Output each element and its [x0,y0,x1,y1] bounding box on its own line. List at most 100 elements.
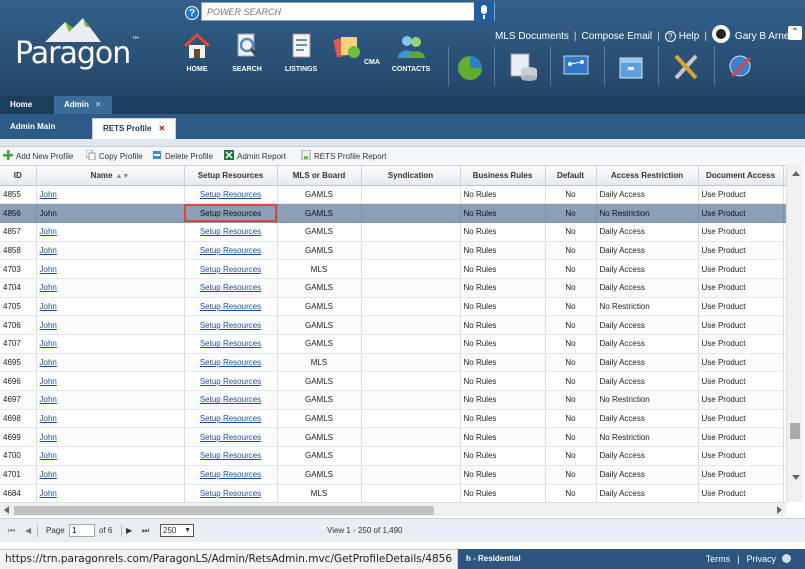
table-row[interactable]: 4701 John Setup Resources GAMLS No Rules No Da… [0,465,786,485]
scroll-down-icon[interactable] [792,475,800,480]
col-header-syndication[interactable]: Syndication [361,166,461,186]
table-row[interactable]: 4704 John Setup Resources GAMLS No Rules No Da… [0,278,786,298]
cell-name[interactable]: John [36,203,185,223]
compose-email-link[interactable]: Compose Email [582,31,653,42]
cell-setup-resources[interactable]: Setup Resources [184,465,278,485]
cell-setup-resources[interactable]: Setup Resources [184,278,278,298]
col-header-setup-resources[interactable]: Setup Resources [184,166,278,186]
cell-setup-resources-link[interactable]: Setup Resources [200,489,261,498]
cell-setup-resources[interactable]: Setup Resources [184,427,278,448]
col-header-default[interactable]: Default [545,166,597,186]
cell-name[interactable]: John [36,371,185,392]
table-row[interactable]: 4699 John Setup Resources GAMLS No Rules No No… [0,427,786,448]
scroll-thumb[interactable] [790,423,800,439]
cell-name[interactable]: John [36,465,185,485]
cell-name-link[interactable]: John [40,377,57,386]
cell-setup-resources-link[interactable]: Setup Resources [200,339,261,348]
cell-setup-resources[interactable]: Setup Resources [184,297,278,317]
tab-admin-main[interactable]: Admin Main [0,114,65,139]
nav-listings[interactable]: LISTINGS [277,32,325,73]
cell-setup-resources-link[interactable]: Setup Resources [200,451,261,460]
cell-name-link[interactable]: John [40,433,57,442]
cell-setup-resources-link[interactable]: Setup Resources [200,414,261,423]
cell-name-link[interactable]: John [40,489,57,498]
next-page-icon[interactable]: ▶ [126,526,132,535]
cell-name-link[interactable]: John [40,321,57,330]
network-scan-icon[interactable] [724,50,760,84]
cell-setup-resources[interactable]: Setup Resources [184,185,278,205]
tab-home[interactable]: Home [0,96,42,114]
cell-setup-resources[interactable]: Setup Resources [184,484,278,502]
table-row[interactable]: 4696 John Setup Resources GAMLS No Rules No Da… [0,371,786,392]
help-link[interactable]: ? Help [664,30,699,42]
tab-rets-profile[interactable]: RETS Profile ✕ [92,118,177,139]
first-page-icon[interactable]: ⏮ [8,526,15,536]
cell-name[interactable]: John [36,446,185,466]
terms-link[interactable]: Terms [706,554,731,564]
cell-name-link[interactable]: John [40,451,57,460]
cell-setup-resources-link[interactable]: Setup Resources [200,265,261,274]
tab-admin[interactable]: Admin ✕ [54,96,112,114]
table-row[interactable]: 4695 John Setup Resources MLS No Rules No Dail… [0,353,786,373]
table-row[interactable]: 4698 John Setup Resources GAMLS No Rules No Da… [0,409,786,429]
cell-name-link[interactable]: John [40,470,57,479]
scroll-thumb[interactable] [14,506,434,515]
cell-name[interactable]: John [36,427,185,448]
cell-setup-resources[interactable]: Setup Resources [184,334,278,354]
prev-page-icon[interactable]: ◀ [25,526,31,535]
cell-name[interactable]: John [36,353,185,373]
cell-name[interactable]: John [36,297,185,317]
cell-name-link[interactable]: John [40,265,57,274]
cell-setup-resources[interactable]: Setup Resources [184,241,278,261]
table-row[interactable]: 4855 John Setup Resources GAMLS No Rules No Da… [0,185,786,205]
collapse-header-icon[interactable]: ⌃ [788,26,802,40]
cell-setup-resources[interactable]: Setup Resources [184,446,278,466]
cell-setup-resources-link[interactable]: Setup Resources [200,395,261,404]
pie-chart-icon[interactable] [452,50,488,84]
mls-documents-link[interactable]: MLS Documents [495,31,569,42]
cell-name-link[interactable]: John [40,339,57,348]
grid-vertical-scrollbar[interactable] [786,165,803,502]
page-number-input[interactable] [69,524,95,537]
privacy-link[interactable]: Privacy [746,554,776,564]
cell-name-link[interactable]: John [40,283,57,292]
col-header-access-restriction[interactable]: Access Restriction [596,166,699,186]
col-header-mls-or-board[interactable]: MLS or Board [277,166,362,186]
microphone-icon[interactable] [474,2,494,21]
table-row[interactable]: 4697 John Setup Resources GAMLS No Rules No No… [0,390,786,410]
cell-setup-resources-link[interactable]: Setup Resources [200,302,261,311]
cell-name-link[interactable]: John [40,209,57,218]
cell-setup-resources-link[interactable]: Setup Resources [200,377,261,386]
nav-home[interactable]: HOME [173,32,221,73]
cell-name-link[interactable]: John [40,302,57,311]
scroll-up-icon[interactable] [792,171,800,176]
user-menu[interactable]: Gary B Arnett [711,25,795,45]
page-size-select[interactable]: 250 [160,524,194,537]
cell-name[interactable]: John [36,390,185,410]
cell-name[interactable]: John [36,222,185,242]
refresh-icon[interactable] [782,554,791,563]
nav-contacts[interactable]: CONTACTS [387,32,435,73]
cell-name-link[interactable]: John [40,190,57,199]
database-icon[interactable] [505,50,541,84]
cell-name[interactable]: John [36,278,185,298]
cell-name[interactable]: John [36,334,185,354]
col-header-id[interactable]: ID [0,166,37,186]
table-row[interactable]: 4705 John Setup Resources GAMLS No Rules No No… [0,297,786,317]
admin-report-button[interactable]: Admin Report [224,150,286,161]
cell-setup-resources[interactable]: Setup Resources [184,203,278,223]
archive-icon[interactable] [613,50,649,84]
cell-setup-resources[interactable]: Setup Resources [184,315,278,335]
cell-setup-resources-link[interactable]: Setup Resources [200,283,261,292]
tools-icon[interactable] [668,50,704,84]
table-row[interactable]: 4703 John Setup Resources MLS No Rules No Dail… [0,259,786,279]
cell-setup-resources[interactable]: Setup Resources [184,409,278,429]
col-header-document-access[interactable]: Document Access [698,166,784,186]
cell-name-link[interactable]: John [40,246,57,255]
cell-setup-resources-link[interactable]: Setup Resources [200,227,261,236]
cell-setup-resources[interactable]: Setup Resources [184,353,278,373]
cell-name[interactable]: John [36,259,185,279]
table-row[interactable]: 4857 John Setup Resources GAMLS No Rules No Da… [0,222,786,242]
grid-horizontal-scrollbar[interactable] [0,502,786,516]
cell-setup-resources-link[interactable]: Setup Resources [200,321,261,330]
